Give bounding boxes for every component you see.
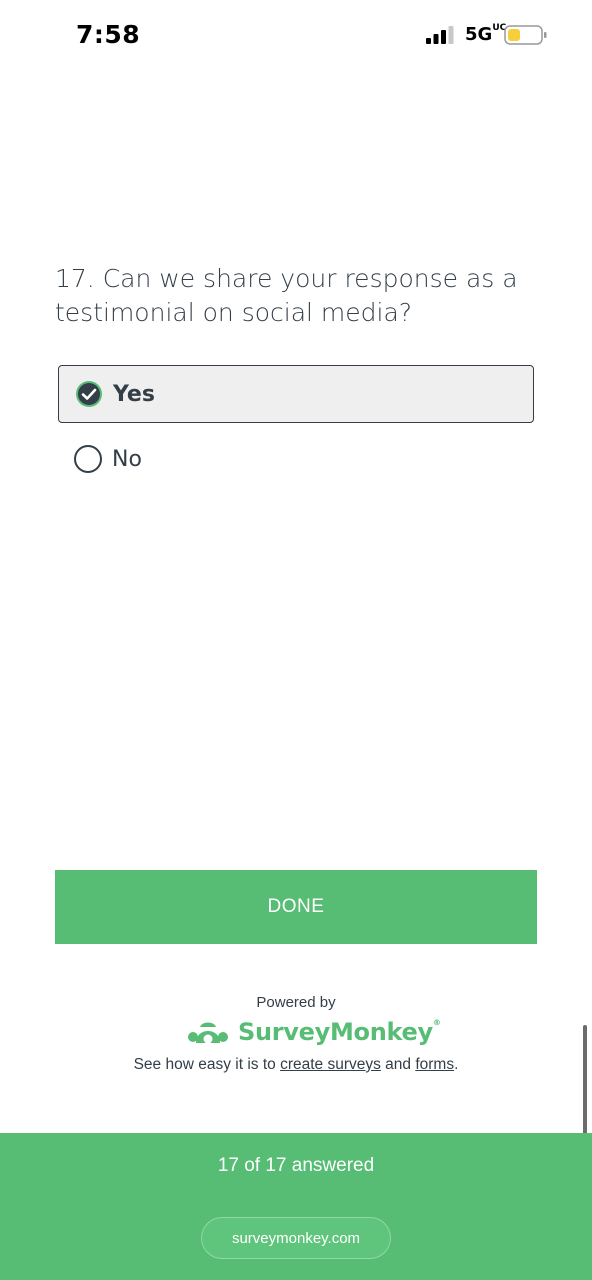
status-bar: 7:58 5GUC [0,0,592,70]
scrollbar[interactable] [583,1025,587,1149]
option-yes[interactable]: Yes [58,365,534,423]
option-no[interactable]: No [58,430,534,488]
surveymonkey-logo[interactable]: SurveyMonkey® [186,1014,441,1050]
create-surveys-link[interactable]: create surveys [280,1056,381,1073]
network-suffix: UC [492,23,507,33]
forms-link[interactable]: forms [415,1056,454,1073]
status-time: 7:58 [76,20,141,49]
radio-empty-icon [74,445,102,473]
option-no-label: No [112,446,142,472]
progress-text: 17 of 17 answered [217,1155,375,1176]
surveymonkey-link-button[interactable]: surveymonkey.com [201,1217,391,1259]
battery-icon [504,25,547,45]
promo-text: See how easy it is to create surveys and… [133,1056,459,1073]
footer: 17 of 17 answered surveymonkey.com [0,1133,592,1280]
done-button[interactable]: DONE [55,870,537,944]
option-yes-label: Yes [113,381,155,407]
powered-by-text: Powered by [256,994,336,1011]
network-type: 5GUC [465,23,507,46]
brand-name: SurveyMonkey® [238,1018,441,1046]
cellular-signal-icon [426,26,454,44]
question-title: 17. Can we share your response as a test… [55,264,518,327]
checked-radio-icon [76,381,102,407]
monkey-logo-icon [188,1022,228,1044]
registered-mark: ® [432,1018,441,1027]
